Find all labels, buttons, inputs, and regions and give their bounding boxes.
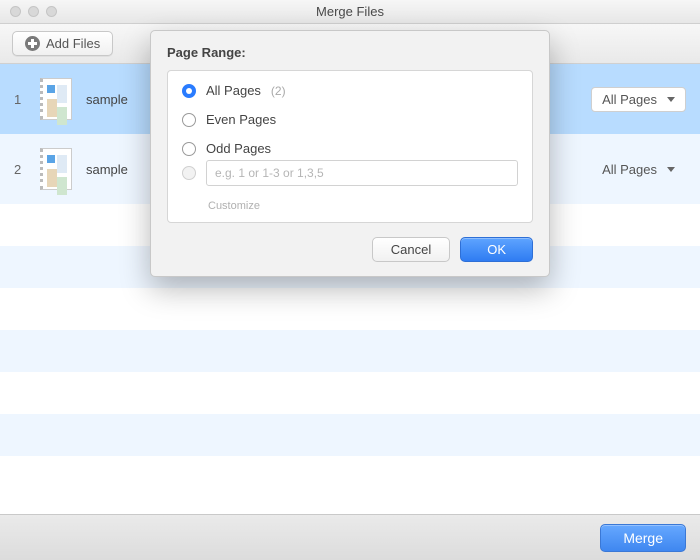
radio-icon — [182, 113, 196, 127]
page-range-options: All Pages (2) Even Pages Odd Pages Custo… — [167, 70, 533, 223]
option-custom-range[interactable] — [182, 160, 518, 186]
radio-icon — [182, 142, 196, 156]
option-all-pages[interactable]: All Pages (2) — [182, 83, 518, 98]
option-label: Even Pages — [206, 112, 276, 127]
ok-button[interactable]: OK — [460, 237, 533, 262]
page-count: (2) — [271, 84, 286, 98]
custom-range-input[interactable] — [206, 160, 518, 186]
modal-overlay: Page Range: All Pages (2) Even Pages Odd… — [0, 0, 700, 560]
option-even-pages[interactable]: Even Pages — [182, 112, 518, 127]
radio-icon — [182, 166, 196, 180]
option-odd-pages[interactable]: Odd Pages — [182, 141, 518, 156]
page-range-modal: Page Range: All Pages (2) Even Pages Odd… — [150, 30, 550, 277]
customize-label: Customize — [208, 200, 518, 212]
option-label: Odd Pages — [206, 141, 271, 156]
cancel-button[interactable]: Cancel — [372, 237, 450, 262]
radio-icon — [182, 84, 196, 98]
modal-heading: Page Range: — [167, 45, 533, 60]
modal-actions: Cancel OK — [167, 237, 533, 262]
option-label: All Pages — [206, 83, 261, 98]
